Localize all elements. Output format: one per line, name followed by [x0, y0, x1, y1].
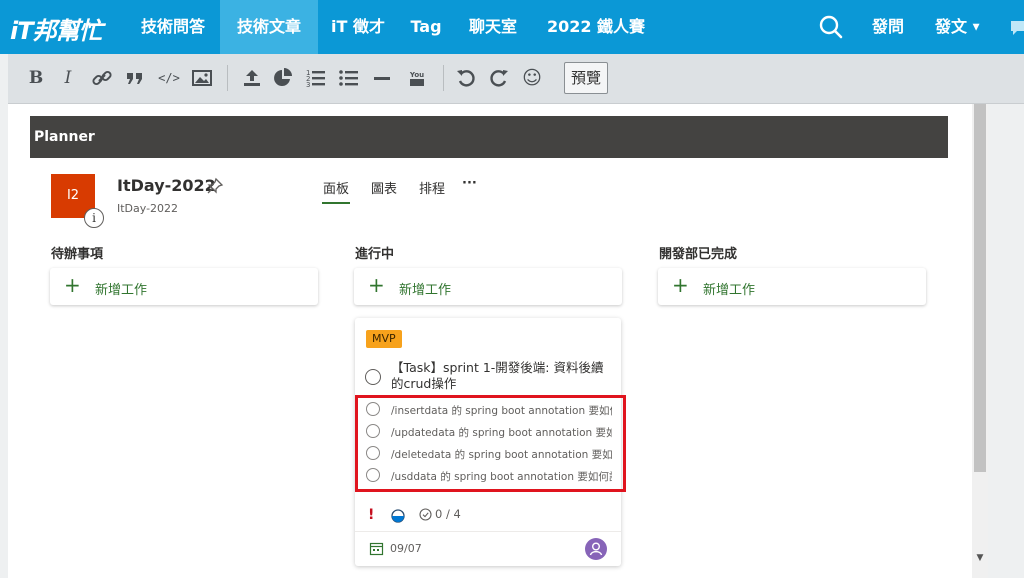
bucket-title-in-progress: 進行中	[355, 247, 395, 262]
active-tab-indicator	[322, 202, 350, 204]
image-icon[interactable]	[190, 66, 214, 90]
assignee-avatar[interactable]	[585, 538, 607, 560]
plus-icon: +	[368, 273, 385, 297]
plus-icon: +	[64, 273, 81, 297]
nav-item-tag[interactable]: Tag	[398, 0, 454, 54]
youtube-icon-tube	[410, 78, 424, 86]
nav-item-qa[interactable]: 技術問答	[126, 0, 220, 54]
redo-icon[interactable]	[487, 66, 511, 90]
scrollbar-thumb[interactable]	[974, 104, 986, 472]
code-icon[interactable]: </>	[157, 66, 181, 90]
add-task-label: 新增工作	[95, 283, 148, 298]
unordered-list-icon[interactable]	[337, 66, 361, 90]
link-icon[interactable]	[90, 66, 114, 90]
upload-icon[interactable]	[240, 66, 264, 90]
preview-button[interactable]: 預覽	[564, 62, 609, 94]
add-task-button-dev-done[interactable]: + 新增工作	[658, 268, 926, 305]
post-menu-button[interactable]: 發文 ▼	[935, 0, 980, 54]
scroll-down-arrow-icon[interactable]: ▼	[975, 553, 985, 563]
add-task-label: 新增工作	[703, 283, 756, 298]
bucket-title-dev-done: 開發部已完成	[659, 247, 738, 262]
site-nav: iT邦幫忙 技術問答 技術文章 iT 徵才 Tag 聊天室 2022 鐵人賽 發…	[0, 0, 1024, 54]
plus-icon: +	[672, 273, 689, 297]
toolbar-divider	[227, 65, 228, 91]
tab-charts[interactable]: 圖表	[371, 178, 397, 197]
chat-bubble-icon[interactable]	[1008, 18, 1024, 38]
svg-text:3: 3	[306, 81, 310, 89]
post-menu-label: 發文	[935, 17, 968, 36]
bucket-title-todo: 待辦事項	[51, 247, 104, 262]
more-options-icon[interactable]: ···	[462, 176, 477, 191]
nav-item-chatroom[interactable]: 聊天室	[454, 0, 532, 54]
add-task-button-todo[interactable]: + 新增工作	[50, 268, 318, 305]
tab-board[interactable]: 面板	[323, 178, 349, 197]
youtube-icon[interactable]: You	[405, 66, 429, 90]
youtube-icon-text: You	[409, 70, 425, 79]
plan-title: ItDay-2022	[117, 176, 216, 195]
italic-icon[interactable]: I	[56, 66, 80, 90]
plan-group-name: ItDay-2022	[117, 202, 179, 215]
task-label-badge: MVP	[366, 330, 402, 348]
nav-item-articles[interactable]: 技術文章	[220, 0, 318, 54]
bold-icon[interactable]: B	[24, 66, 48, 90]
editor-toolbar: B I </> 1 2 3 You ☺ 預覽	[8, 54, 1024, 104]
annotation-highlight-box	[355, 395, 626, 492]
due-date: 09/07	[390, 542, 422, 555]
nav-item-jobs[interactable]: iT 徵才	[318, 0, 398, 54]
planner-header: Planner	[30, 116, 948, 158]
ask-button[interactable]: 發問	[872, 0, 904, 54]
urgent-priority-icon: !	[368, 507, 375, 523]
chart-icon[interactable]	[271, 66, 295, 90]
checklist-count: 0 / 4	[435, 507, 461, 521]
info-icon[interactable]: i	[84, 208, 104, 228]
ordered-list-icon[interactable]: 1 2 3	[304, 66, 328, 90]
task-title: 【Task】sprint 1-開發後端: 資料後續的crud操作	[391, 360, 604, 391]
page-gutter	[988, 104, 1024, 578]
search-icon[interactable]	[818, 14, 844, 40]
emoji-icon[interactable]: ☺	[520, 66, 544, 90]
site-logo[interactable]: iT邦幫忙	[10, 11, 103, 46]
add-task-label: 新增工作	[399, 283, 452, 298]
quote-icon[interactable]	[123, 66, 147, 90]
person-icon	[589, 542, 603, 556]
horizontal-rule-icon[interactable]	[370, 66, 394, 90]
toolbar-divider	[443, 65, 444, 91]
progress-in-progress-icon[interactable]	[391, 509, 405, 523]
chevron-down-icon: ▼	[972, 22, 980, 33]
undo-icon[interactable]	[454, 66, 478, 90]
card-divider	[355, 531, 621, 532]
pin-icon[interactable]	[206, 177, 224, 195]
nav-item-ironman[interactable]: 2022 鐵人賽	[532, 0, 660, 54]
checklist-progress-icon	[419, 508, 432, 521]
add-task-button-in-progress[interactable]: + 新增工作	[354, 268, 622, 305]
tab-schedule[interactable]: 排程	[419, 178, 445, 197]
calendar-icon	[369, 542, 384, 556]
task-complete-checkbox[interactable]	[365, 369, 381, 385]
